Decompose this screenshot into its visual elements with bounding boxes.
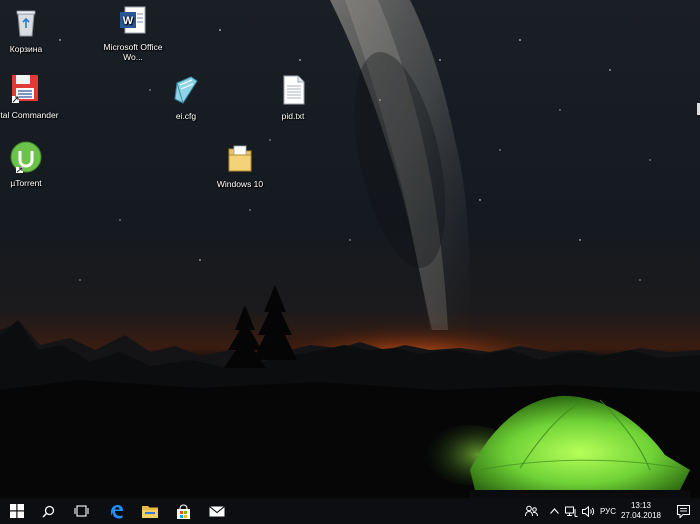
desktop-icon-utorrent[interactable]: µTorrent — [0, 140, 61, 188]
desktop-icon-label: ei.cfg — [175, 111, 197, 121]
clock-date: 27.04.2018 — [620, 511, 662, 520]
task-view-icon — [73, 505, 89, 517]
start-button[interactable] — [0, 498, 34, 524]
mail-button[interactable] — [200, 498, 234, 524]
utorrent-icon — [10, 141, 42, 173]
network-button[interactable] — [563, 498, 579, 524]
task-view-button[interactable] — [64, 498, 98, 524]
desktop-icon-word[interactable]: W Microsoft Office Wo... — [98, 4, 168, 62]
clock[interactable]: 13:13 27.04.2018 — [616, 501, 666, 521]
people-icon — [524, 505, 538, 517]
desktop-icon-windows-10[interactable]: Windows 10 — [205, 141, 275, 189]
recycle-bin-icon — [16, 10, 36, 37]
edge-button[interactable] — [99, 498, 133, 524]
chevron-up-icon — [549, 508, 559, 514]
notification-icon — [676, 504, 690, 518]
svg-text:W: W — [123, 15, 134, 27]
mail-icon — [209, 505, 225, 516]
desktop-icon-label: µTorrent — [10, 178, 42, 188]
text-file-icon — [283, 75, 305, 105]
taskbar: РУС 13:13 27.04.2018 — [0, 498, 700, 524]
show-hidden-icons-button[interactable] — [546, 498, 562, 524]
folder-icon — [228, 145, 252, 172]
store-icon — [176, 503, 190, 519]
desktop-icon-label: Корзина — [9, 44, 43, 54]
total-commander-icon — [12, 75, 38, 103]
file-explorer-icon — [142, 505, 158, 518]
search-button[interactable] — [31, 498, 65, 524]
people-button[interactable] — [520, 498, 542, 524]
desktop-icon-label: Total Commander — [0, 110, 59, 120]
cfg-file-icon — [174, 76, 198, 104]
clock-time: 13:13 — [630, 501, 652, 510]
search-icon — [42, 505, 54, 517]
desktop-icon-total-commander[interactable]: Total Commander — [0, 72, 60, 120]
desktop-icon-recycle-bin[interactable]: Корзина — [0, 6, 61, 54]
desktop-icon-ei-cfg[interactable]: ei.cfg — [151, 73, 221, 121]
desktop-icon-label: pid.txt — [281, 111, 305, 121]
speaker-icon — [581, 505, 594, 517]
desktop-icon-pid-txt[interactable]: pid.txt — [258, 73, 328, 121]
desktop-icon-label: Windows 10 — [216, 179, 264, 189]
desktop-wallpaper — [0, 0, 700, 498]
edge-icon — [110, 504, 123, 518]
volume-button[interactable] — [580, 498, 596, 524]
store-button[interactable] — [166, 498, 200, 524]
action-center-button[interactable] — [670, 498, 696, 524]
start-icon — [10, 504, 24, 518]
desktop-icon-label: Microsoft Office Wo... — [103, 42, 163, 62]
file-explorer-button[interactable] — [133, 498, 167, 524]
word-document-icon: W — [120, 6, 146, 34]
network-icon — [564, 506, 577, 517]
